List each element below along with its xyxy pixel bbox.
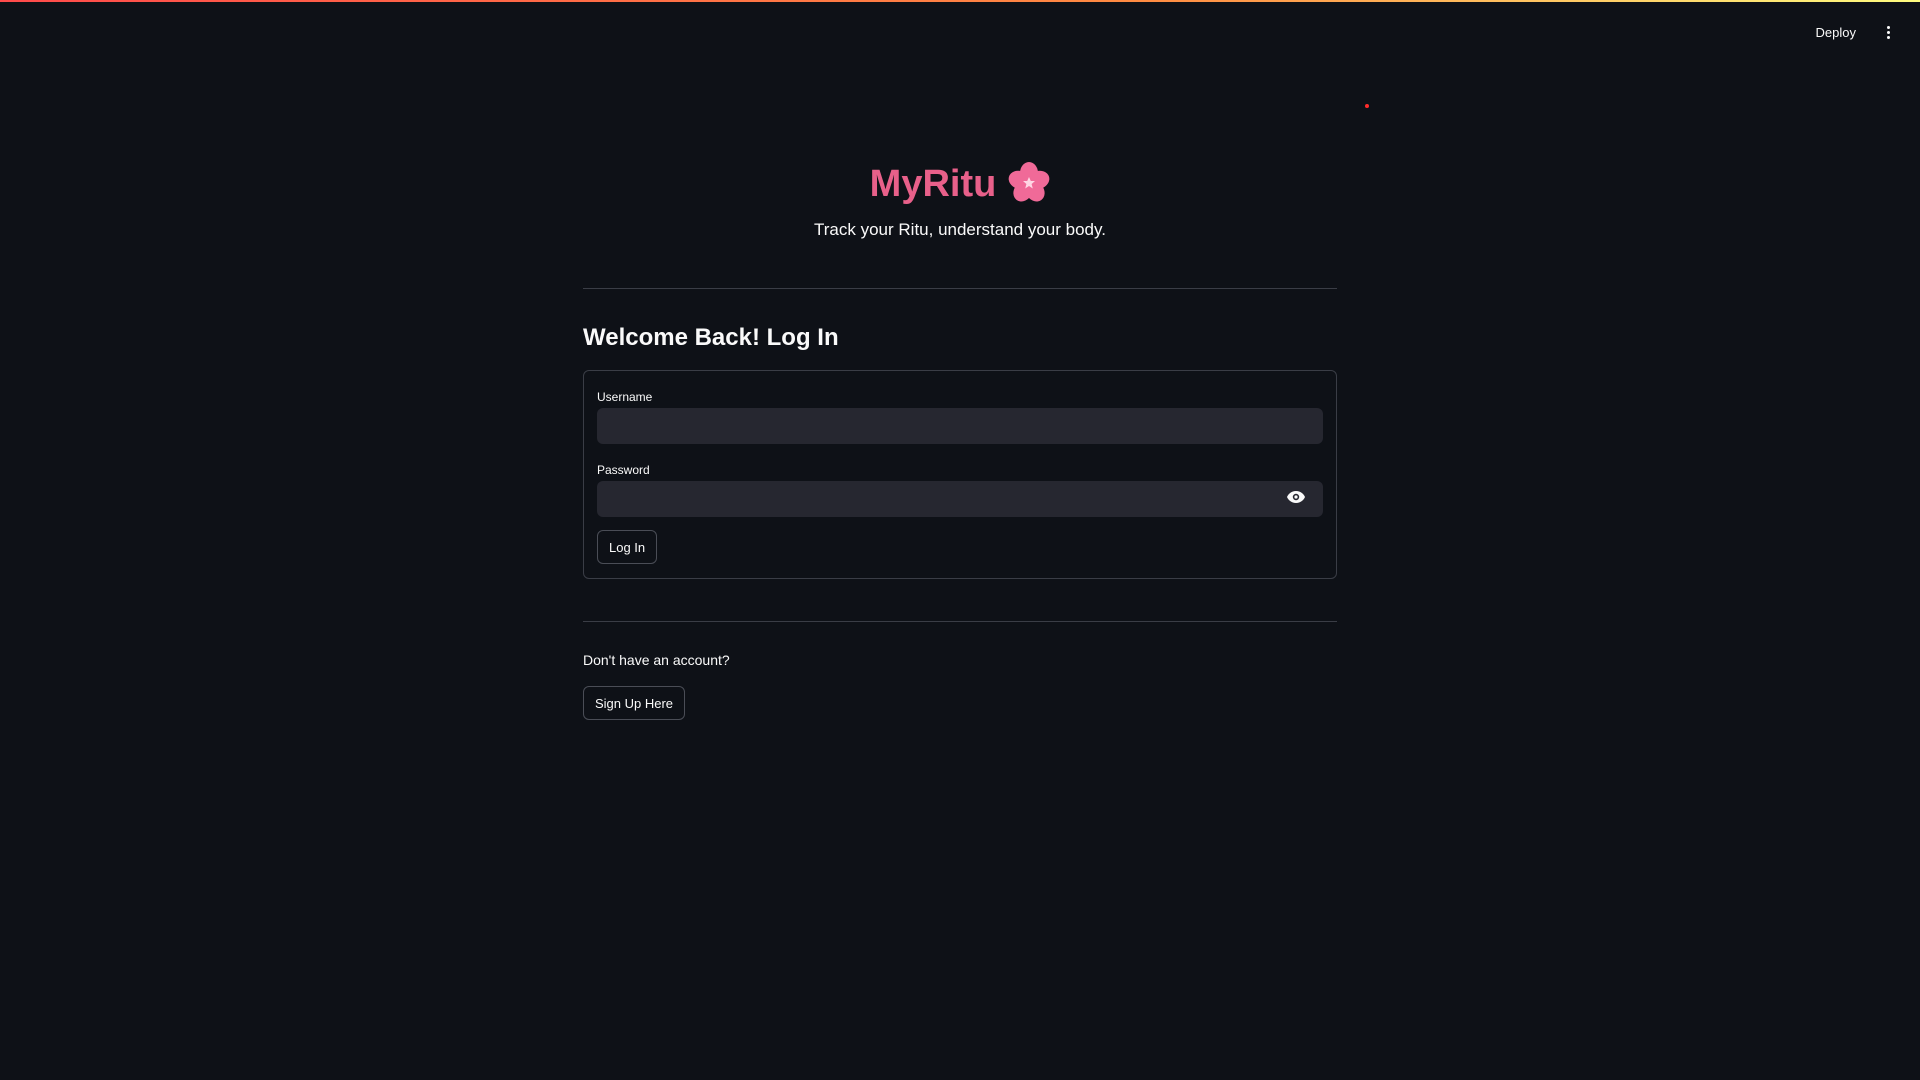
username-input[interactable] [597, 408, 1323, 444]
password-label: Password [597, 463, 650, 477]
status-indicator-dot [1365, 104, 1369, 108]
divider-bottom [583, 621, 1337, 622]
more-vertical-icon[interactable] [1880, 20, 1896, 44]
signup-prompt: Don't have an account? [583, 652, 730, 668]
password-input[interactable] [597, 481, 1323, 517]
app-title: MyRitu [583, 158, 1337, 210]
divider-top [583, 288, 1337, 289]
top-decoration-bar [0, 0, 1920, 2]
deploy-button[interactable]: Deploy [1810, 21, 1862, 44]
flower-icon [1008, 161, 1050, 202]
login-button[interactable]: Log In [597, 530, 658, 564]
app-tagline: Track your Ritu, understand your body. [814, 220, 1106, 239]
login-heading: Welcome Back! Log In [583, 324, 839, 351]
username-label: Username [597, 390, 653, 404]
login-form: Username Password Log In [583, 370, 1337, 579]
eye-icon[interactable] [1284, 485, 1308, 509]
header-toolbar: Deploy [1810, 20, 1896, 44]
signup-button[interactable]: Sign Up Here [583, 686, 686, 720]
app-title-text: MyRitu [869, 163, 997, 205]
